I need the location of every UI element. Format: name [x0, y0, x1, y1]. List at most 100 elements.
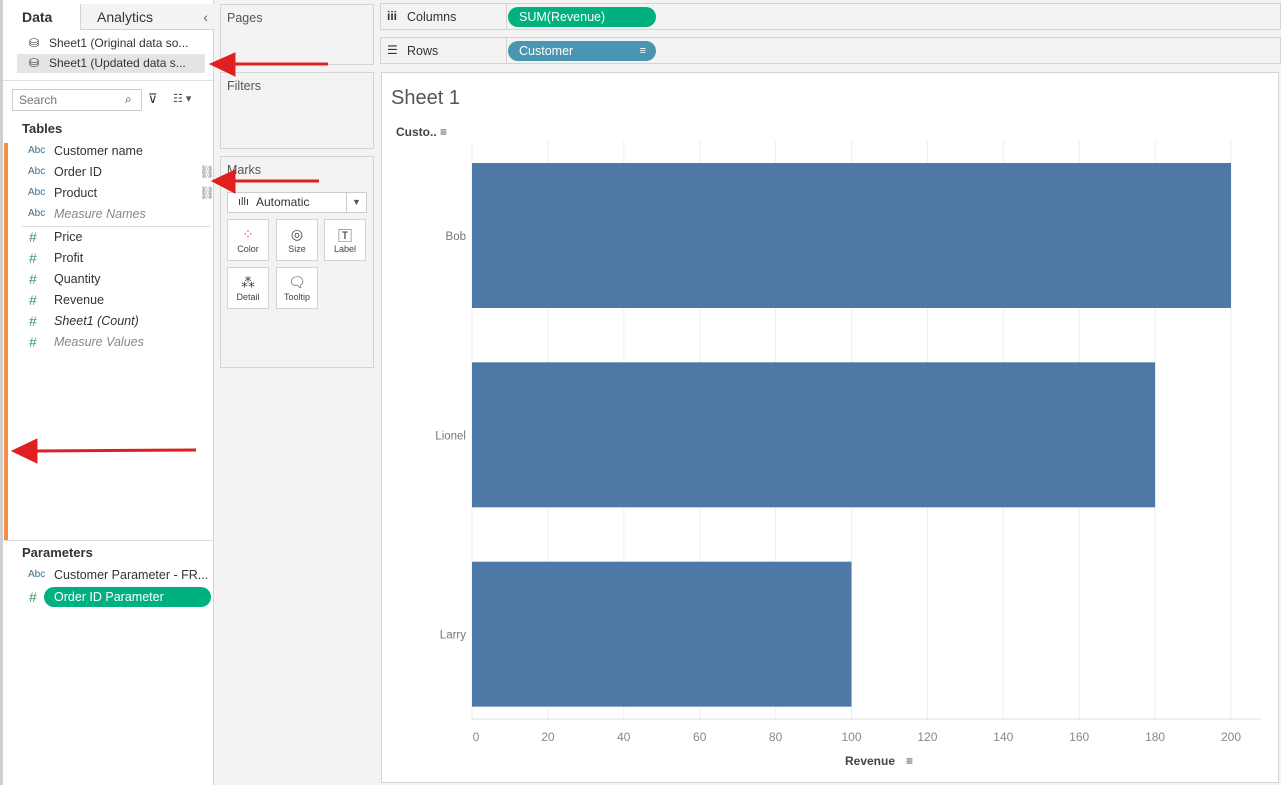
bar-lionel — [472, 362, 1156, 508]
detail-button[interactable]: ⁂ Detail — [227, 267, 269, 309]
y-category-label: Lionel — [435, 430, 466, 442]
search-input[interactable] — [12, 89, 142, 111]
sum-revenue-pill[interactable]: SUM(Revenue) — [508, 7, 656, 27]
mark-type-value: Automatic — [256, 195, 310, 209]
size-button[interactable]: ◎ Size — [276, 219, 318, 261]
divider — [506, 38, 507, 63]
tab-analytics[interactable]: Analytics ‹ — [80, 4, 214, 30]
pages-card[interactable]: Pages — [220, 4, 374, 65]
customer-pill[interactable]: Customer ≡ — [508, 41, 656, 61]
field-label: Order ID Parameter — [44, 587, 211, 607]
field-label: Quantity — [54, 272, 101, 286]
filter-icon[interactable]: ⊽ — [148, 91, 158, 107]
accent-stripe — [4, 143, 8, 540]
number-type-icon: # — [29, 271, 37, 287]
parameter-customer[interactable]: Abc Customer Parameter - FR... — [23, 565, 213, 585]
broken-link-icon: ⛓ — [199, 165, 215, 179]
field-label: Measure Values — [54, 335, 144, 349]
field-quantity[interactable]: # Quantity — [23, 269, 213, 289]
pages-title: Pages — [227, 11, 263, 25]
x-axis-title: Revenue — [845, 754, 895, 768]
columns-label: Columns — [407, 10, 457, 24]
color-dots-icon: ⁘ — [242, 226, 254, 242]
field-label: Product — [54, 186, 98, 200]
tab-data[interactable]: Data — [3, 4, 80, 30]
tables-heading: Tables — [22, 121, 63, 136]
tooltip-label: Tooltip — [283, 292, 310, 302]
collapse-chevron-icon[interactable]: ‹ — [203, 4, 208, 30]
rows-label: Rows — [407, 44, 439, 58]
bar-bob — [472, 163, 1231, 308]
y-category-label: Larry — [440, 630, 466, 642]
color-button[interactable]: ⁘ Color — [227, 219, 269, 261]
divider — [3, 540, 213, 541]
field-label: Customer Parameter - FR... — [54, 568, 209, 582]
rows-shelf[interactable]: ☰ Rows Customer ≡ — [380, 37, 1281, 64]
tooltip-bubble-icon: 🗨 — [288, 274, 306, 290]
text-label-icon: 🅃 — [338, 228, 352, 244]
field-measure-values[interactable]: # Measure Values — [23, 332, 213, 352]
field-product[interactable]: Abc Product ⛓ — [23, 183, 215, 203]
x-tick-label: 160 — [1069, 730, 1089, 744]
sort-icon: ≡ — [639, 45, 646, 57]
marks-title: Marks — [227, 163, 262, 177]
data-pane: Data Analytics ‹ ⛁ Sheet1 (Original data s… — [0, 0, 215, 785]
field-label: Measure Names — [54, 207, 146, 221]
x-tick-label: 100 — [841, 730, 861, 744]
x-tick-label: 60 — [693, 730, 707, 744]
size-label: Size — [288, 244, 306, 254]
string-type-icon: Abc — [28, 166, 46, 177]
field-customer-name[interactable]: Abc Customer name — [23, 141, 213, 161]
rows-icon: ☰ — [387, 43, 398, 57]
string-type-icon: Abc — [28, 569, 46, 580]
sort-icon: ≡ — [906, 754, 913, 768]
number-type-icon: # — [29, 250, 37, 266]
field-label: Revenue — [54, 293, 105, 307]
database-check-icon: ⛁ — [29, 36, 40, 50]
data-source-label: Sheet1 (Original data so... — [49, 36, 189, 50]
tab-analytics-label: Analytics — [97, 9, 154, 25]
number-type-icon: # — [29, 292, 37, 308]
columns-icon: iii — [387, 9, 398, 23]
number-type-icon: # — [29, 313, 37, 329]
search-icon: ⌕ — [125, 92, 132, 106]
x-tick-label: 120 — [917, 730, 937, 744]
detail-label: Detail — [236, 292, 260, 302]
y-category-label: Bob — [446, 231, 466, 243]
x-tick-label: 0 — [473, 730, 480, 744]
broken-link-icon: ⛓ — [199, 186, 215, 200]
field-profit[interactable]: # Profit — [23, 248, 213, 268]
detail-hierarchy-icon: ⁂ — [241, 274, 255, 290]
filters-card[interactable]: Filters — [220, 72, 374, 149]
color-label: Color — [237, 244, 259, 254]
bar-larry — [472, 561, 852, 707]
x-tick-label: 40 — [617, 730, 631, 744]
marks-card: Marks ıllı Automatic ▼ ⁘ Color ◎ Size 🅃 Label… — [220, 156, 374, 368]
parameter-order-id[interactable]: # Order ID Parameter — [23, 587, 213, 607]
tooltip-button[interactable]: 🗨 Tooltip — [276, 267, 318, 309]
bar-chart: 0 20 40 60 80 100 120 140 160 180 200 Bob Lionel Larr… — [435, 141, 1261, 768]
field-price[interactable]: # Price — [23, 227, 213, 247]
field-order-id[interactable]: Abc Order ID ⛓ — [23, 162, 215, 182]
string-type-icon: Abc — [28, 208, 46, 219]
view-list-icon[interactable]: ☷ ▾ — [173, 92, 191, 105]
number-type-icon: # — [29, 589, 37, 605]
field-measure-names[interactable]: Abc Measure Names — [23, 204, 213, 224]
parameters-heading: Parameters — [22, 545, 93, 560]
number-type-icon: # — [29, 229, 37, 245]
mark-type-dropdown[interactable]: ıllı Automatic ▼ — [227, 192, 367, 213]
worksheet-view: Sheet 1 Custo.. ≡ 0 20 40 60 80 100 120 140 160 1… — [381, 72, 1279, 783]
data-source-updated[interactable]: ⛁ Sheet1 (Updated data s... — [17, 54, 205, 73]
label-button[interactable]: 🅃 Label — [324, 219, 366, 261]
x-tick-label: 140 — [993, 730, 1013, 744]
data-source-original[interactable]: ⛁ Sheet1 (Original data so... — [17, 34, 205, 53]
field-revenue[interactable]: # Revenue — [23, 290, 213, 310]
size-circles-icon: ◎ — [290, 226, 304, 242]
field-label: Customer name — [54, 144, 143, 158]
number-type-icon: # — [29, 334, 37, 350]
chevron-down-icon: ▼ — [346, 193, 366, 212]
string-type-icon: Abc — [28, 145, 46, 156]
field-label: Profit — [54, 251, 84, 265]
field-sheet1-count[interactable]: # Sheet1 (Count) — [23, 311, 213, 331]
columns-shelf[interactable]: iii Columns SUM(Revenue) — [380, 3, 1281, 30]
